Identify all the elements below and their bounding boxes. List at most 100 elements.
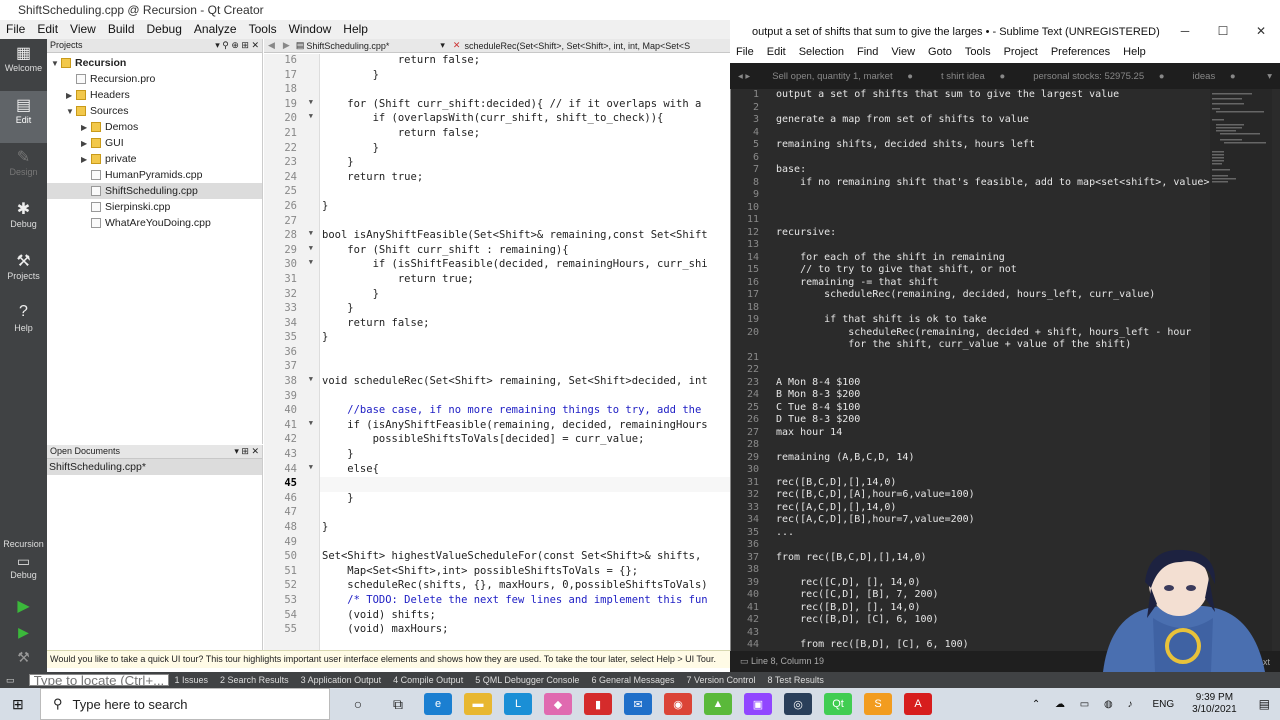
- st-menu-selection[interactable]: Selection: [793, 44, 851, 63]
- qt-menu-debug[interactable]: Debug: [141, 20, 188, 39]
- tree-item[interactable]: Recursion.pro: [47, 71, 262, 87]
- fold-marker-icon[interactable]: ▼: [309, 244, 313, 252]
- output-tab[interactable]: 5 QML Debugger Console: [469, 675, 585, 685]
- output-tab[interactable]: 6 General Messages: [585, 675, 680, 685]
- debug-run-button[interactable]: ▶: [0, 624, 47, 641]
- st-menu-find[interactable]: Find: [851, 44, 885, 63]
- output-tab[interactable]: 4 Compile Output: [387, 675, 469, 685]
- tree-item[interactable]: HumanPyramids.cpp: [47, 167, 262, 183]
- output-tab[interactable]: 7 Version Control: [680, 675, 761, 685]
- st-menu-help[interactable]: Help: [1117, 44, 1153, 63]
- edge-icon[interactable]: e: [424, 693, 452, 715]
- output-tab[interactable]: 2 Search Results: [214, 675, 295, 685]
- sublime-tab[interactable]: ideas ●: [1175, 71, 1246, 82]
- build-button[interactable]: ⚒: [0, 649, 47, 666]
- twitch-icon[interactable]: ▣: [744, 693, 772, 715]
- app-l-icon[interactable]: L: [504, 693, 532, 715]
- locator-input[interactable]: [28, 674, 169, 686]
- sublime-icon[interactable]: S: [864, 693, 892, 715]
- fold-marker-icon[interactable]: ▼: [309, 463, 313, 471]
- clock[interactable]: 9:39 PM 3/10/2021: [1180, 692, 1249, 716]
- qt-menu-build[interactable]: Build: [102, 20, 141, 39]
- fold-marker-icon[interactable]: ▼: [309, 112, 313, 120]
- run-button[interactable]: ▶: [0, 596, 47, 616]
- output-tab[interactable]: 8 Test Results: [762, 675, 830, 685]
- tree-item[interactable]: ▶ private: [47, 151, 262, 167]
- st-menu-project[interactable]: Project: [998, 44, 1045, 63]
- qt-menu-edit[interactable]: Edit: [31, 20, 64, 39]
- sublime-tab[interactable]: Sell open, quantity 1, market ●: [754, 71, 923, 82]
- code-editor[interactable]: return false; } for (Shift curr_shift:de…: [320, 54, 730, 650]
- tree-item[interactable]: WhatAreYouDoing.cpp: [47, 215, 262, 231]
- fold-marker-icon[interactable]: ▼: [309, 375, 313, 383]
- file-explorer-icon[interactable]: ▬: [464, 693, 492, 715]
- tree-item[interactable]: ▶ GUI: [47, 135, 262, 151]
- collapsed-arrow-icon[interactable]: ▶: [81, 139, 91, 148]
- sublime-tab[interactable]: t shirt idea ●: [923, 71, 1015, 82]
- maximize-button[interactable]: ☐: [1204, 20, 1242, 44]
- qt-menu-analyze[interactable]: Analyze: [188, 20, 243, 39]
- close-document-icon[interactable]: ✕: [449, 40, 465, 51]
- st-menu-file[interactable]: File: [730, 44, 761, 63]
- chevron-down-icon[interactable]: ▾: [436, 40, 449, 51]
- symbol-combo[interactable]: scheduleRec(Set<Shift>, Set<Shift>, int,…: [464, 41, 690, 51]
- collapsed-arrow-icon[interactable]: ▶: [81, 123, 91, 132]
- output-tab[interactable]: 3 Application Output: [295, 675, 388, 685]
- tree-item[interactable]: ▶ Headers: [47, 87, 262, 103]
- output-tab[interactable]: 1 Issues: [169, 675, 215, 685]
- nav-back-icon[interactable]: ◀: [264, 40, 279, 51]
- app-green-icon[interactable]: ▲: [704, 693, 732, 715]
- editor-file-combo[interactable]: ShiftScheduling.cpp*: [306, 41, 436, 51]
- fold-marker-icon[interactable]: ▼: [309, 419, 313, 427]
- tab-dropdown-icon[interactable]: ▾: [1259, 71, 1280, 82]
- task-view-icon[interactable]: ⧉: [384, 693, 412, 715]
- qt-menu-file[interactable]: File: [0, 20, 31, 39]
- qt-menu-window[interactable]: Window: [283, 20, 338, 39]
- chrome-icon[interactable]: ◉: [664, 693, 692, 715]
- tree-item[interactable]: ▼ Sources: [47, 103, 262, 119]
- app-red-icon[interactable]: ▮: [584, 693, 612, 715]
- mode-projects[interactable]: ⚒ Projects: [0, 247, 47, 299]
- tab-close-icon[interactable]: ●: [1227, 71, 1236, 82]
- st-menu-view[interactable]: View: [885, 44, 922, 63]
- fold-marker-icon[interactable]: ▼: [309, 98, 313, 106]
- tree-item[interactable]: Sierpinski.cpp: [47, 199, 262, 215]
- open-document-item[interactable]: ShiftScheduling.cpp*: [47, 459, 262, 475]
- sublime-tab[interactable]: personal stocks: 52975.25 ●: [1015, 71, 1174, 82]
- notification-icon[interactable]: ▤: [1249, 697, 1280, 711]
- panel-toggle-icon[interactable]: ▭: [740, 656, 751, 666]
- expanded-arrow-icon[interactable]: ▼: [66, 107, 76, 116]
- app-pink-icon[interactable]: ◆: [544, 693, 572, 715]
- windows-start-icon[interactable]: ⊞: [12, 696, 24, 713]
- kit-selector-button[interactable]: ▭ Debug: [0, 553, 47, 580]
- pane-controls-icon[interactable]: ▾ ⚲ ⊕ ⊞ ✕: [215, 40, 259, 51]
- steam-icon[interactable]: ◎: [784, 693, 812, 715]
- tree-item[interactable]: ▶ Demos: [47, 119, 262, 135]
- mode-debug[interactable]: ✱ Debug: [0, 195, 47, 247]
- mode-design[interactable]: ✎ Design: [0, 143, 47, 195]
- mode-welcome[interactable]: ▦ Welcome: [0, 39, 47, 91]
- acrobat-icon[interactable]: A: [904, 693, 932, 715]
- fold-marker-icon[interactable]: ▼: [309, 258, 313, 266]
- minimize-button[interactable]: ─: [1166, 20, 1204, 44]
- tab-scroll-left-icon[interactable]: ◂ ▸: [730, 71, 754, 82]
- collapsed-arrow-icon[interactable]: ▶: [66, 91, 76, 100]
- tree-item[interactable]: ▼ Recursion: [47, 55, 262, 71]
- st-menu-tools[interactable]: Tools: [959, 44, 998, 63]
- cortana-icon[interactable]: ○: [344, 693, 372, 715]
- tab-close-icon[interactable]: ●: [997, 71, 1005, 82]
- st-menu-goto[interactable]: Goto: [922, 44, 959, 63]
- taskbar-search-box[interactable]: ⚲ Type here to search: [40, 688, 330, 720]
- language-indicator[interactable]: ENG: [1146, 699, 1180, 710]
- qt-menu-view[interactable]: View: [64, 20, 102, 39]
- st-menu-edit[interactable]: Edit: [761, 44, 793, 63]
- mail-icon[interactable]: ✉: [624, 693, 652, 715]
- qt-menu-tools[interactable]: Tools: [243, 20, 283, 39]
- st-menu-preferences[interactable]: Preferences: [1045, 44, 1117, 63]
- tab-close-icon[interactable]: ●: [1156, 71, 1165, 82]
- fold-marker-icon[interactable]: ▼: [309, 229, 313, 237]
- nav-forward-icon[interactable]: ▶: [279, 40, 294, 51]
- pane-controls-icon[interactable]: ▾ ⊞ ✕: [234, 446, 259, 457]
- qt-menu-help[interactable]: Help: [337, 20, 374, 39]
- tray-icons[interactable]: ⌃ ☁ ▭ ◍ ♪: [1032, 699, 1147, 710]
